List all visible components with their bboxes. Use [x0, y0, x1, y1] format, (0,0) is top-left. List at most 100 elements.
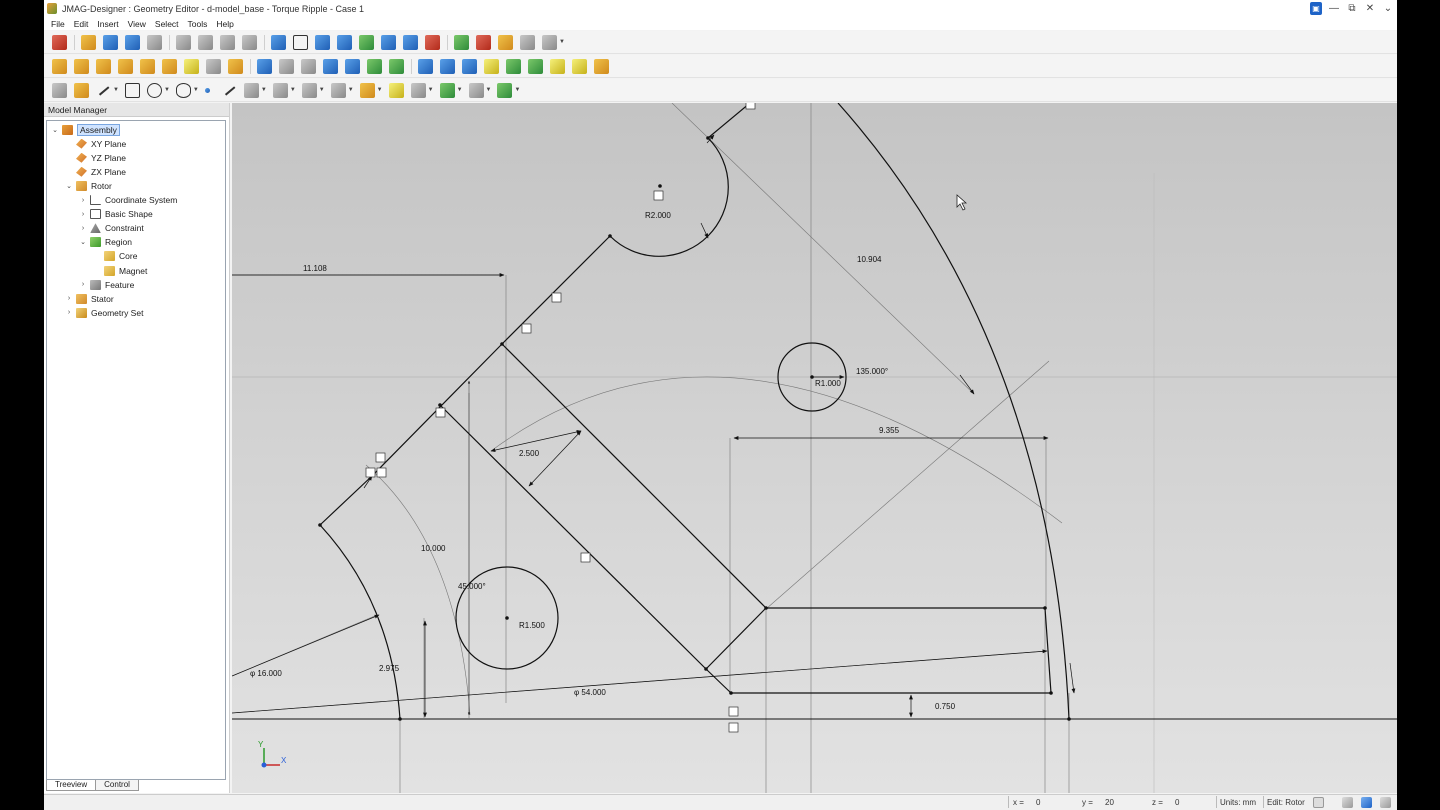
- chevron-down-icon[interactable]: ▼: [348, 87, 354, 93]
- tree-item[interactable]: › Stator: [65, 292, 114, 305]
- cube-rotate-icon[interactable]: [96, 58, 111, 74]
- dimension-arrow[interactable]: [232, 649, 1048, 714]
- tree-item[interactable]: › Basic Shape: [79, 208, 153, 221]
- dim-r1500[interactable]: R1.500: [519, 621, 545, 630]
- cube-add-icon[interactable]: [74, 58, 89, 74]
- minimize-icon[interactable]: —: [1325, 0, 1343, 17]
- dim-45-angle[interactable]: 45.000°: [458, 582, 486, 591]
- tree-item[interactable]: Core: [93, 250, 137, 263]
- geometry-viewport[interactable]: 11.108 R2.000 10.904 135.000° R1.000 9.3…: [232, 103, 1397, 793]
- dim-9355[interactable]: 9.355: [879, 426, 900, 435]
- model-tree[interactable]: ⌄ Assembly XY Plane YZ Plane ZX Plane ⌄ Rotor ›…: [46, 120, 226, 780]
- dim-r1000[interactable]: R1.000: [815, 379, 841, 388]
- chevron-down-icon[interactable]: ⌄: [65, 182, 73, 190]
- open-folder-icon[interactable]: [81, 34, 96, 50]
- menu-tools[interactable]: Tools: [188, 19, 208, 29]
- magnet-slot-edge[interactable]: [705, 607, 767, 670]
- close-icon[interactable]: ✕: [1361, 0, 1379, 17]
- back-arrow-icon[interactable]: [52, 34, 67, 50]
- sketch-canvas[interactable]: 11.108 R2.000 10.904 135.000° R1.000 9.3…: [232, 103, 1397, 793]
- export-icon[interactable]: [594, 58, 609, 74]
- snap-icon[interactable]: [1313, 797, 1324, 808]
- offset-icon[interactable]: [272, 82, 288, 98]
- menu-view[interactable]: View: [128, 19, 146, 29]
- search-icon[interactable]: [476, 34, 491, 50]
- constraint-marker[interactable]: [376, 467, 387, 478]
- table-icon[interactable]: [206, 58, 221, 74]
- region-fill-icon[interactable]: [388, 82, 404, 98]
- rotor-outer-edge[interactable]: [319, 235, 611, 526]
- chevron-down-icon[interactable]: ▼: [164, 87, 170, 93]
- dim-r2000[interactable]: R2.000: [645, 211, 671, 220]
- check-icon[interactable]: [528, 58, 543, 74]
- chevron-right-icon[interactable]: ›: [79, 225, 87, 232]
- chevron-down-icon[interactable]: ▼: [290, 87, 296, 93]
- cube-move-icon[interactable]: [162, 58, 177, 74]
- constraint-marker[interactable]: [728, 722, 739, 733]
- split-icon[interactable]: [389, 58, 404, 74]
- pan-icon[interactable]: [381, 34, 396, 50]
- pattern-sketch-icon[interactable]: [468, 82, 484, 98]
- layers-icon[interactable]: [520, 34, 535, 50]
- constraint-marker[interactable]: [745, 103, 756, 110]
- constraint-marker[interactable]: [580, 552, 591, 563]
- menu-select[interactable]: Select: [155, 19, 179, 29]
- chevron-right-icon[interactable]: ›: [65, 309, 73, 316]
- intersect-icon[interactable]: [367, 58, 382, 74]
- chevron-down-icon[interactable]: ⌄: [1379, 0, 1397, 17]
- dimension-icon[interactable]: [222, 83, 237, 98]
- pattern-icon[interactable]: [440, 58, 455, 74]
- cube-icon[interactable]: [52, 58, 67, 74]
- dimension-arrow[interactable]: [490, 430, 582, 452]
- cube-link-icon[interactable]: [118, 58, 133, 74]
- trim-icon[interactable]: [243, 82, 259, 98]
- magnet-slot-edge[interactable]: [501, 343, 767, 609]
- menu-insert[interactable]: Insert: [97, 19, 118, 29]
- copy-icon[interactable]: [198, 34, 213, 50]
- rotor-notch-arc[interactable]: [609, 137, 729, 257]
- copy-window-icon[interactable]: [542, 34, 557, 50]
- sketch-edit-icon[interactable]: [74, 82, 89, 98]
- circle-icon[interactable]: [146, 82, 162, 98]
- union-icon[interactable]: [323, 58, 338, 74]
- dim-phi16[interactable]: φ 16.000: [250, 669, 282, 678]
- dimension-arrow[interactable]: [700, 222, 709, 239]
- chevron-down-icon[interactable]: ⌄: [51, 126, 59, 134]
- point-icon[interactable]: [204, 87, 210, 93]
- dim-135-angle[interactable]: 135.000°: [856, 367, 888, 376]
- tree-item[interactable]: Magnet: [93, 264, 147, 277]
- zoom-icon[interactable]: [315, 34, 330, 50]
- chevron-down-icon[interactable]: ▼: [428, 87, 434, 93]
- chevron-down-icon[interactable]: ▼: [113, 87, 119, 93]
- fix-icon[interactable]: [359, 82, 375, 98]
- dimension-arrow[interactable]: [1069, 662, 1076, 694]
- cut-icon[interactable]: [176, 34, 191, 50]
- zoom-fit-icon[interactable]: [403, 34, 418, 50]
- settings-icon[interactable]: [498, 34, 513, 50]
- dim-2500[interactable]: 2.500: [519, 449, 540, 458]
- tree-item[interactable]: ⌄ Assembly: [51, 123, 120, 136]
- menu-file[interactable]: File: [51, 19, 65, 29]
- constraint-marker[interactable]: [551, 292, 562, 303]
- region-tool-icon[interactable]: [484, 58, 499, 74]
- view-icon[interactable]: [1342, 797, 1353, 808]
- next-icon[interactable]: [1380, 797, 1391, 808]
- ellipse-icon[interactable]: [175, 82, 191, 98]
- constraint-tool-icon[interactable]: [330, 82, 346, 98]
- constraint-marker[interactable]: [653, 190, 664, 201]
- dim-0750[interactable]: 0.750: [935, 702, 956, 711]
- sketch-box-icon[interactable]: [52, 82, 67, 98]
- constraint-marker[interactable]: [365, 467, 376, 478]
- mesh-icon[interactable]: [506, 58, 521, 74]
- tree-item[interactable]: › Feature: [79, 278, 134, 291]
- magnet-slot-edge[interactable]: [705, 668, 732, 694]
- chevron-right-icon[interactable]: ›: [79, 197, 87, 204]
- rotor-outer-edge[interactable]: [707, 103, 751, 139]
- chevron-down-icon[interactable]: ▼: [193, 87, 199, 93]
- chevron-down-icon[interactable]: ⌄: [79, 238, 87, 246]
- chevron-down-icon[interactable]: ▼: [486, 87, 492, 93]
- constraint-marker[interactable]: [521, 323, 532, 334]
- redo-icon[interactable]: [147, 34, 162, 50]
- mirror-sketch-icon[interactable]: [301, 82, 317, 98]
- subtract-icon[interactable]: [345, 58, 360, 74]
